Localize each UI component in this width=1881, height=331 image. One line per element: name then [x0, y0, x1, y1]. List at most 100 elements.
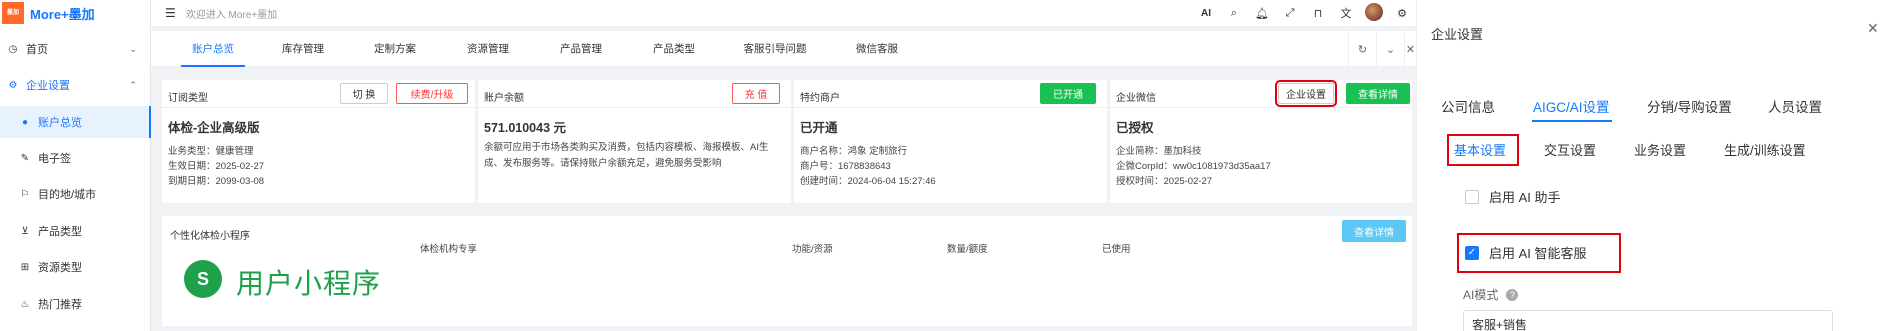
renew-button[interactable]: 续费/升级	[396, 83, 468, 104]
card-header: 特约商户 已开通	[794, 80, 1107, 108]
chevron-down-icon[interactable]: ⌄	[1376, 31, 1404, 67]
tab-inventory[interactable]: 库存管理	[271, 31, 335, 67]
sidebar-item-label: 企业设置	[26, 80, 70, 92]
help-icon[interactable]: ?	[1506, 288, 1519, 301]
search-icon[interactable]: ⌕	[1220, 7, 1248, 20]
column-header: 体检机构专享	[420, 244, 478, 255]
recharge-button[interactable]: 充 值	[732, 83, 780, 104]
close-tabs-icon[interactable]: ✕	[1404, 31, 1416, 67]
effective-date: 生效日期：2025-02-27	[168, 161, 265, 172]
tab-product-type[interactable]: 产品类型	[642, 31, 706, 67]
wecom-status: 已授权	[1116, 121, 1154, 135]
subscription-plan: 体检-企业高级版	[168, 121, 260, 135]
card-title: 个性化体检小程序	[170, 231, 250, 242]
card-header: 账户余额 充 值	[478, 80, 791, 108]
expiry-date: 到期日期：2099-03-08	[168, 176, 265, 187]
cart-icon: ⊻	[21, 225, 29, 237]
switch-button[interactable]: 切 换	[340, 83, 388, 104]
dot-icon: ●	[21, 116, 29, 128]
topbar: ☰ 欢迎进入 More+墨加 AI ⌕ 🔔︎ ⤢ ⊓ 文 ⚙	[151, 0, 1416, 26]
tab-custom-plan[interactable]: 定制方案	[363, 31, 427, 67]
wecom-auth-time: 授权时间：2025-02-27	[1116, 176, 1213, 187]
menu-toggle-icon[interactable]: ☰	[165, 6, 176, 20]
grid-icon: ⊞	[20, 261, 30, 273]
ai-mode-text: AI模式	[1463, 288, 1499, 302]
card-title: 企业微信	[1116, 93, 1156, 104]
sidebar-item-home[interactable]: ◷ 首页 ⌄	[0, 34, 151, 64]
option-label: 启用 AI 助手	[1489, 190, 1561, 205]
option-ai-service[interactable]: ✓ 启用 AI 智能客服	[1465, 243, 1587, 262]
tab-products[interactable]: 产品管理	[549, 31, 613, 67]
mini-program-logo-text: 用户小程序	[236, 268, 382, 299]
wecom-short-name: 企业简称：墨加科技	[1116, 146, 1202, 157]
translate-icon[interactable]: 文	[1332, 5, 1360, 21]
option-ai-assistant[interactable]: 启用 AI 助手	[1465, 187, 1561, 206]
merchant-name: 商户名称：鸿象 定制旅行	[800, 146, 908, 157]
card-title: 特约商户	[800, 93, 840, 104]
clock-icon: ◷	[8, 43, 18, 55]
sidebar-item-label: 电子签	[38, 153, 71, 165]
sidebar-item-product-type[interactable]: ⊻ 产品类型	[0, 216, 151, 246]
gear-icon: ⚙	[8, 79, 18, 91]
card-mini-program: 个性化体检小程序 查看详情 S 用户小程序 体检机构专享 功能/资源 数量/额度…	[162, 216, 1412, 326]
sidebar-item-hot[interactable]: ♨ 热门推荐	[0, 289, 151, 319]
merchant-status: 已开通	[800, 121, 838, 135]
tab-resources[interactable]: 资源管理	[456, 31, 520, 67]
business-type: 业务类型：健康管理	[168, 146, 254, 157]
subtab-business[interactable]: 业务设置	[1634, 140, 1686, 159]
card-merchant: 特约商户 已开通 已开通 商户名称：鸿象 定制旅行 商户号：1678838643…	[794, 80, 1107, 203]
app-root: 墨加 More+墨加 ◷ 首页 ⌄ ⚙ 企业设置 ⌃ ● 账户总览 ✎ 电子签 …	[0, 0, 1881, 331]
card-wecom: 企业微信 企业设置 查看详情 已授权 企业简称：墨加科技 企微CorpId：ww…	[1110, 80, 1412, 203]
balance-description: 余额可应用于市场各类购买及消费，包括内容模板、海报模板、AI生成、发布服务等。请…	[484, 142, 769, 169]
ai-icon[interactable]: AI	[1192, 8, 1220, 19]
topbar-actions: AI ⌕ 🔔︎ ⤢ ⊓ 文 ⚙	[1192, 0, 1416, 26]
page-tabs: 账户总览 库存管理 定制方案 资源管理 产品管理 产品类型 客服引导问题 微信客…	[151, 31, 1416, 67]
tab-guide-questions[interactable]: 客服引导问题	[735, 31, 815, 67]
ai-mode-select[interactable]: 客服+销售	[1463, 310, 1833, 331]
wecom-corpid: 企微CorpId：ww0c1081973d35aa17	[1116, 161, 1271, 172]
mini-view-details-button[interactable]: 查看详情	[1342, 220, 1406, 242]
close-icon[interactable]: ✕	[1867, 20, 1879, 37]
avatar[interactable]	[1360, 2, 1388, 24]
tab-wechat-service[interactable]: 微信客服	[845, 31, 909, 67]
card-title: 订阅类型	[168, 93, 208, 104]
refresh-icon[interactable]: ↻	[1348, 31, 1376, 67]
fullscreen-icon[interactable]: ⤢	[1276, 7, 1304, 20]
sidebar-item-esign[interactable]: ✎ 电子签	[0, 143, 151, 173]
merchant-id: 商户号：1678838643	[800, 161, 891, 172]
tab-distribution[interactable]: 分销/导购设置	[1647, 96, 1732, 116]
bell-icon[interactable]: 🔔︎	[1248, 7, 1276, 20]
company-settings-button[interactable]: 企业设置	[1275, 80, 1337, 107]
mini-program-icon: S	[184, 260, 222, 298]
sidebar-item-label: 热门推荐	[38, 299, 82, 311]
card-header: 企业微信 企业设置 查看详情	[1110, 80, 1412, 108]
sidebar-item-resource-type[interactable]: ⊞ 资源类型	[0, 252, 151, 282]
tab-aigc-settings[interactable]: AIGC/AI设置	[1533, 96, 1610, 116]
sidebar-item-account-overview[interactable]: ● 账户总览	[0, 106, 151, 138]
logo-badge: 墨加	[2, 2, 24, 24]
card-header: 订阅类型 切 换 续费/升级	[162, 80, 475, 108]
gear-icon[interactable]: ⚙	[1388, 7, 1416, 20]
flag-icon: ⚐	[20, 188, 30, 200]
lock-icon[interactable]: ⊓	[1304, 7, 1332, 20]
ai-mode-label: AI模式 ?	[1463, 286, 1519, 303]
fire-icon: ♨	[20, 298, 30, 310]
checkbox-checked-icon[interactable]: ✓	[1465, 245, 1479, 260]
opened-button[interactable]: 已开通	[1040, 83, 1096, 104]
subtab-interaction[interactable]: 交互设置	[1544, 140, 1596, 159]
tab-account-overview[interactable]: 账户总览	[181, 31, 245, 67]
view-details-button[interactable]: 查看详情	[1346, 83, 1410, 104]
tab-staff[interactable]: 人员设置	[1768, 96, 1822, 116]
pen-icon: ✎	[20, 152, 30, 164]
app-name: More+墨加	[30, 6, 95, 22]
sidebar-item-destination[interactable]: ⚐ 目的地/城市	[0, 179, 151, 209]
subtab-generation[interactable]: 生成/训练设置	[1724, 140, 1806, 159]
tab-company-info[interactable]: 公司信息	[1441, 96, 1495, 116]
sidebar-item-label: 账户总览	[38, 117, 82, 129]
card-subscription: 订阅类型 切 换 续费/升级 体检-企业高级版 业务类型：健康管理 生效日期：2…	[162, 80, 475, 203]
sidebar-item-label: 产品类型	[38, 226, 82, 238]
column-header: 数量/额度	[947, 244, 988, 255]
sidebar-item-company-settings[interactable]: ⚙ 企业设置 ⌃	[0, 70, 151, 100]
logo[interactable]: 墨加 More+墨加	[0, 0, 150, 26]
checkbox-unchecked[interactable]	[1465, 189, 1479, 204]
